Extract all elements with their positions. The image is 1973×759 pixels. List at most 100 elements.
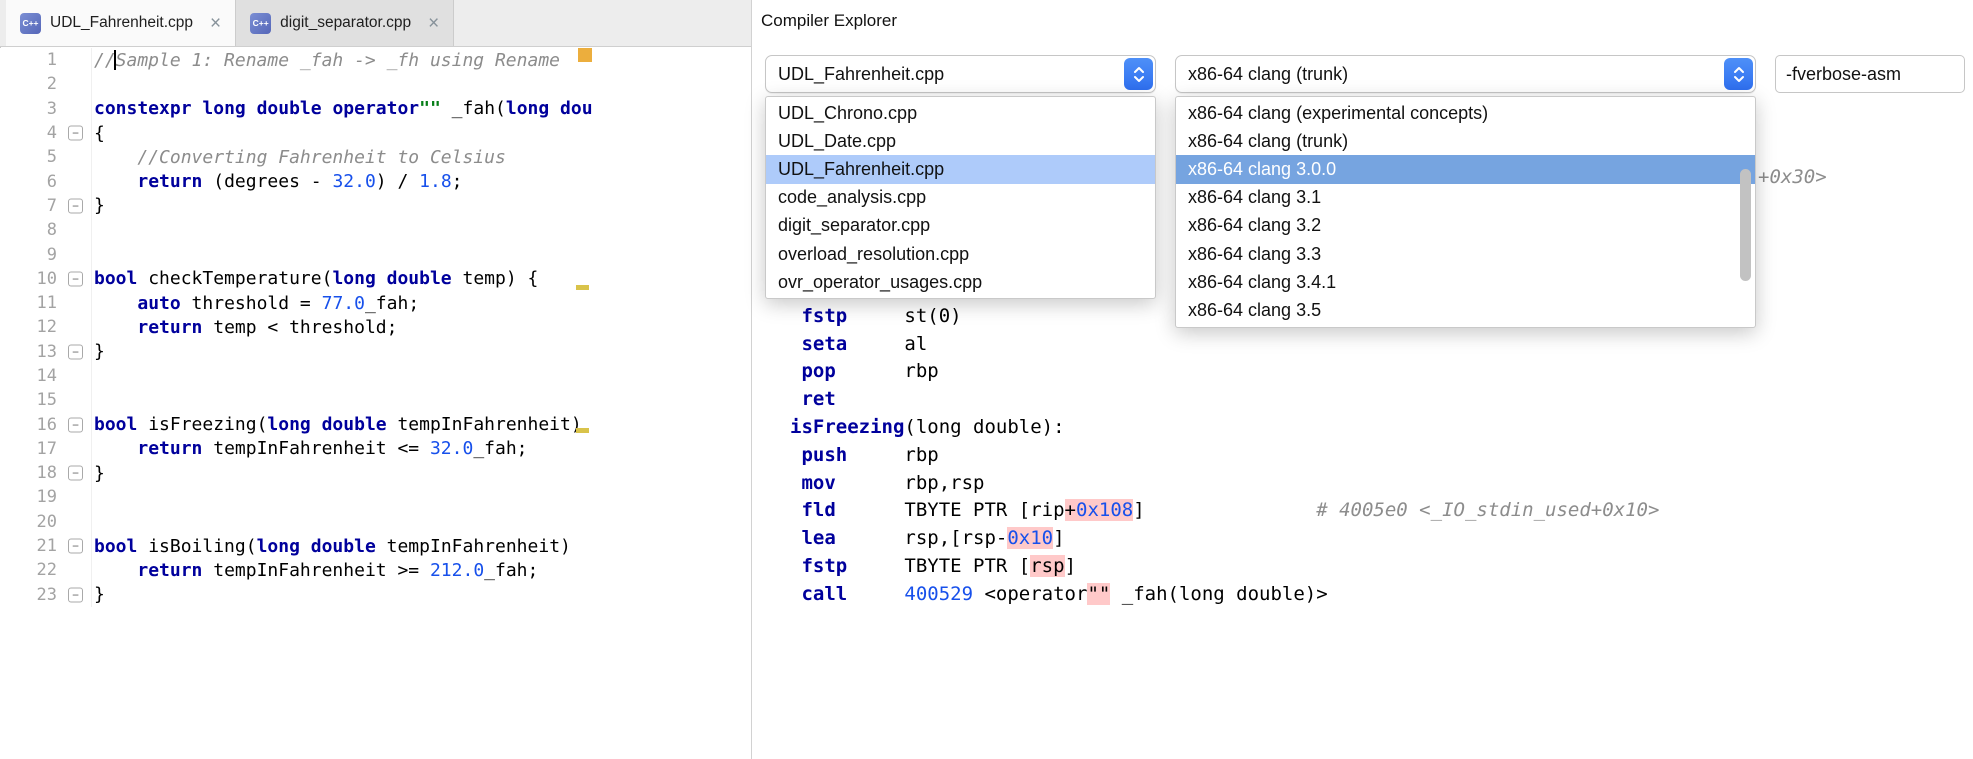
popup-scrollbar-thumb[interactable]: [1740, 169, 1751, 281]
code-segment: return: [137, 317, 202, 338]
code-text: bool checkTemperature(long double temp) …: [92, 268, 538, 289]
code-text: bool isBoiling(long double tempInFahrenh…: [92, 536, 571, 557]
editor-gutter[interactable]: 10−: [0, 267, 92, 291]
line-number: 14: [37, 366, 91, 386]
editor-gutter[interactable]: 22: [0, 558, 92, 582]
editor-gutter[interactable]: 2: [0, 72, 92, 96]
code-line: 11 auto threshold = 77.0_fah;: [0, 291, 751, 315]
code-line: 13−}: [0, 340, 751, 364]
tab-close-icon[interactable]: ×: [210, 14, 221, 33]
compiler-popup-item[interactable]: x86-64 clang 3.4.1: [1176, 268, 1755, 296]
chevron-up-down-icon[interactable]: [1124, 58, 1153, 90]
compiler-popup-item[interactable]: x86-64 clang 3.5: [1176, 296, 1755, 324]
line-number: 9: [47, 245, 91, 265]
editor-gutter[interactable]: 5: [0, 145, 92, 169]
editor-gutter[interactable]: 16−: [0, 412, 92, 436]
source-popup-item[interactable]: digit_separator.cpp: [766, 212, 1155, 240]
scrollbar-mark-usage-2[interactable]: [576, 428, 589, 433]
compiler-popup-item[interactable]: x86-64 clang 3.2: [1176, 212, 1755, 240]
code-segment: }: [94, 463, 105, 484]
editor-gutter[interactable]: 15: [0, 388, 92, 412]
chevron-up-down-icon[interactable]: [1724, 58, 1753, 90]
compiler-combo[interactable]: x86-64 clang (trunk): [1175, 55, 1756, 93]
code-segment: checkTemperature(: [137, 268, 332, 289]
code-segment: [94, 147, 137, 168]
editor-tab-bar: C++ UDL_Fahrenheit.cpp × C++ digit_separ…: [0, 0, 751, 47]
line-number: 5: [47, 147, 91, 167]
source-file-combo[interactable]: UDL_Fahrenheit.cpp: [765, 55, 1156, 93]
code-segment: [192, 98, 203, 119]
compiler-popup-item[interactable]: x86-64 clang 3.3: [1176, 240, 1755, 268]
editor-gutter[interactable]: 7−: [0, 194, 92, 218]
code-line: 19: [0, 485, 751, 509]
code-segment: 32.0: [430, 438, 473, 459]
fold-toggle-icon[interactable]: −: [68, 587, 83, 602]
tab-digit-separator-cpp[interactable]: C++ digit_separator.cpp ×: [236, 0, 454, 46]
editor-gutter[interactable]: 20: [0, 510, 92, 534]
asm-line: mov rbp,rsp: [790, 470, 1973, 498]
code-segment: ]: [1133, 499, 1316, 521]
compiler-explorer-panel: Compiler Explorer fcomip st,st(1) fstp s…: [751, 0, 1973, 759]
editor-gutter[interactable]: 21−: [0, 534, 92, 558]
code-segment: rbp: [836, 360, 939, 382]
source-file-combo-value: UDL_Fahrenheit.cpp: [766, 64, 1155, 85]
editor-gutter[interactable]: 14: [0, 364, 92, 388]
fold-toggle-icon[interactable]: −: [68, 539, 83, 554]
code-text: }: [92, 463, 105, 484]
code-segment: 212.0: [430, 560, 484, 581]
code-segment: //Sample 1: Rename _fah -> _fh using Ren…: [94, 50, 560, 71]
editor-gutter[interactable]: 4−: [0, 121, 92, 145]
source-popup-item[interactable]: code_analysis.cpp: [766, 184, 1155, 212]
editor-gutter[interactable]: 11: [0, 291, 92, 315]
code-text: //Converting Fahrenheit to Celsius: [92, 147, 506, 168]
editor-gutter[interactable]: 3: [0, 97, 92, 121]
code-line: 1//Sample 1: Rename _fah -> _fh using Re…: [0, 48, 751, 72]
code-segment: return: [137, 171, 202, 192]
editor-gutter[interactable]: 19: [0, 485, 92, 509]
fold-toggle-icon[interactable]: −: [68, 198, 83, 213]
editor-gutter[interactable]: 9: [0, 242, 92, 266]
source-popup-item[interactable]: UDL_Date.cpp: [766, 127, 1155, 155]
compiler-options-input[interactable]: [1775, 55, 1965, 93]
editor-gutter[interactable]: 18−: [0, 461, 92, 485]
code-line: 17 return tempInFahrenheit <= 32.0_fah;: [0, 437, 751, 461]
code-segment: _fah;: [484, 560, 538, 581]
source-popup-item[interactable]: UDL_Fahrenheit.cpp: [766, 155, 1155, 183]
compiler-popup-item[interactable]: x86-64 clang 3.1: [1176, 184, 1755, 212]
compiler-popup: x86-64 clang (experimental concepts)x86-…: [1175, 96, 1756, 328]
editor-gutter[interactable]: 1: [0, 48, 92, 72]
compiler-popup-item[interactable]: x86-64 clang (experimental concepts): [1176, 99, 1755, 127]
code-line: 22 return tempInFahrenheit >= 212.0_fah;: [0, 558, 751, 582]
code-segment: auto: [137, 293, 180, 314]
editor-gutter[interactable]: 8: [0, 218, 92, 242]
code-segment: constexpr: [94, 98, 192, 119]
fold-toggle-icon[interactable]: −: [68, 417, 83, 432]
fold-toggle-icon[interactable]: −: [68, 126, 83, 141]
fold-toggle-icon[interactable]: −: [68, 344, 83, 359]
editor-gutter[interactable]: 23−: [0, 583, 92, 607]
source-popup-item[interactable]: ovr_operator_usages.cpp: [766, 268, 1155, 296]
code-line: 20: [0, 510, 751, 534]
tab-udl-fahrenheit-cpp[interactable]: C++ UDL_Fahrenheit.cpp ×: [6, 0, 236, 46]
editor-gutter[interactable]: 13−: [0, 340, 92, 364]
compiler-popup-item[interactable]: x86-64 clang 3.0.0: [1176, 155, 1755, 183]
fold-toggle-icon[interactable]: −: [68, 271, 83, 286]
code-line: 2: [0, 72, 751, 96]
code-line: 8: [0, 218, 751, 242]
code-segment: threshold =: [181, 293, 322, 314]
asm-line: call 400529 <operator"" _fah(long double…: [790, 581, 1973, 609]
compiler-popup-item[interactable]: x86-64 clang (trunk): [1176, 127, 1755, 155]
source-popup-item[interactable]: UDL_Chrono.cpp: [766, 99, 1155, 127]
editor-gutter[interactable]: 17: [0, 437, 92, 461]
code-line: 6 return (degrees - 32.0) / 1.8;: [0, 169, 751, 193]
scrollbar-mark-caret[interactable]: [578, 48, 592, 62]
source-popup-item[interactable]: overload_resolution.cpp: [766, 240, 1155, 268]
code-text: }: [92, 195, 105, 216]
tab-close-icon[interactable]: ×: [428, 14, 439, 33]
code-segment: TBYTE PTR [: [847, 555, 1030, 577]
editor-code-area[interactable]: 1//Sample 1: Rename _fah -> _fh using Re…: [0, 48, 751, 759]
editor-gutter[interactable]: 6: [0, 169, 92, 193]
scrollbar-mark-usage-1[interactable]: [576, 285, 589, 290]
fold-toggle-icon[interactable]: −: [68, 466, 83, 481]
editor-gutter[interactable]: 12: [0, 315, 92, 339]
